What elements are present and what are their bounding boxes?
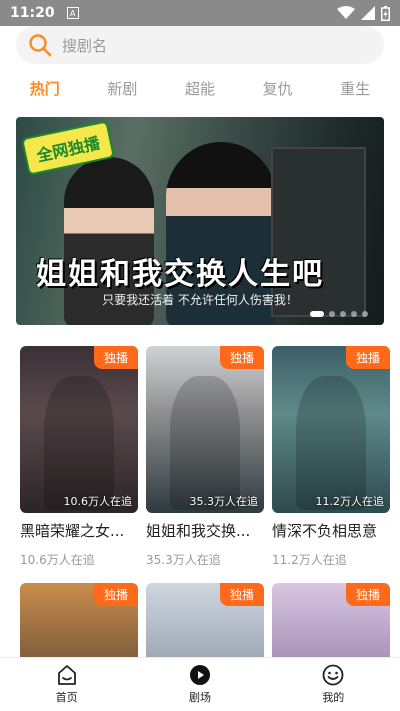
sim-icon: A xyxy=(66,7,79,19)
drama-card[interactable]: 独播 10.6万人在追 黑暗荣耀之女... 10.6万人在追 xyxy=(20,346,138,568)
banner-dot xyxy=(351,311,357,317)
drama-card[interactable]: 独播 xyxy=(20,583,138,665)
banner-dot xyxy=(310,311,324,317)
tab-new[interactable]: 新剧 xyxy=(107,78,137,104)
drama-title[interactable]: 黑暗荣耀之女... xyxy=(20,520,138,541)
banner-subtitle: 只要我还活着 不允许任何人伤害我！ xyxy=(102,293,298,307)
tab-revenge[interactable]: 复仇 xyxy=(263,78,293,104)
search-input[interactable]: 搜剧名 xyxy=(62,35,107,56)
poster-viewers: 11.2万人在追 xyxy=(315,495,385,508)
drama-card[interactable]: 独播 xyxy=(146,583,264,665)
status-bar: 11:20 A xyxy=(0,0,400,26)
tab-rebirth[interactable]: 重生 xyxy=(340,78,370,104)
bottom-tab-bar: 首页 剧场 我的 xyxy=(0,657,400,711)
drama-row: 独播 独播 独播 xyxy=(20,583,390,665)
search-bar[interactable]: 搜剧名 xyxy=(16,26,384,64)
exclusive-tag: 独播 xyxy=(219,583,264,606)
home-icon xyxy=(57,665,76,685)
drama-poster[interactable]: 独播 11.2万人在追 xyxy=(272,346,390,513)
drama-poster[interactable]: 独播 xyxy=(146,583,264,665)
category-tabs: 热门 新剧 超能 复仇 重生 xyxy=(0,78,400,104)
tabbar-home[interactable]: 首页 xyxy=(27,658,107,711)
tabbar-home-label: 首页 xyxy=(55,691,78,704)
tabbar-theater[interactable]: 剧场 xyxy=(160,658,240,711)
drama-poster[interactable]: 独播 xyxy=(272,583,390,665)
tabbar-mine-label: 我的 xyxy=(322,691,345,704)
drama-grid: 独播 10.6万人在追 黑暗荣耀之女... 10.6万人在追 独播 35.3万人… xyxy=(20,346,390,665)
drama-title[interactable]: 情深不负相思意 xyxy=(272,520,390,541)
search-icon xyxy=(29,34,52,57)
drama-card[interactable]: 独播 11.2万人在追 情深不负相思意 11.2万人在追 xyxy=(272,346,390,568)
wifi-icon xyxy=(337,6,355,19)
banner-dot xyxy=(362,311,368,317)
battery-icon xyxy=(381,5,390,21)
smile-icon xyxy=(322,664,344,686)
exclusive-tag: 独播 xyxy=(93,346,138,369)
poster-viewers: 10.6万人在追 xyxy=(63,495,133,508)
featured-banner[interactable]: 全网独播 姐姐和我交换人生吧 只要我还活着 不允许任何人伤害我！ xyxy=(16,117,384,325)
drama-title[interactable]: 姐姐和我交换... xyxy=(146,520,264,541)
exclusive-tag: 独播 xyxy=(345,583,390,606)
drama-card[interactable]: 独播 xyxy=(272,583,390,665)
drama-card[interactable]: 独播 35.3万人在追 姐姐和我交换... 35.3万人在追 xyxy=(146,346,264,568)
banner-page-indicator xyxy=(310,311,368,317)
play-icon xyxy=(189,665,210,685)
drama-poster[interactable]: 独播 xyxy=(20,583,138,665)
drama-poster[interactable]: 独播 35.3万人在追 xyxy=(146,346,264,513)
exclusive-tag: 独播 xyxy=(219,346,264,369)
banner-dot xyxy=(329,311,335,317)
banner-title: 姐姐和我交换人生吧 xyxy=(36,257,324,292)
drama-row: 独播 10.6万人在追 黑暗荣耀之女... 10.6万人在追 独播 35.3万人… xyxy=(20,346,390,568)
drama-followers: 11.2万人在追 xyxy=(272,553,347,567)
tabbar-theater-label: 剧场 xyxy=(188,691,211,704)
banner-dot xyxy=(340,311,346,317)
drama-poster[interactable]: 独播 10.6万人在追 xyxy=(20,346,138,513)
drama-followers: 10.6万人在追 xyxy=(20,553,95,567)
poster-viewers: 35.3万人在追 xyxy=(189,495,259,508)
tab-superpower[interactable]: 超能 xyxy=(185,78,215,104)
tabbar-mine[interactable]: 我的 xyxy=(293,658,373,711)
drama-followers: 35.3万人在追 xyxy=(146,553,221,567)
status-time: 11:20 xyxy=(10,5,55,21)
exclusive-tag: 独播 xyxy=(93,583,138,606)
exclusive-tag: 独播 xyxy=(345,346,390,369)
status-icons xyxy=(337,5,390,21)
signal-icon xyxy=(361,6,375,20)
tab-hot[interactable]: 热门 xyxy=(30,78,60,104)
